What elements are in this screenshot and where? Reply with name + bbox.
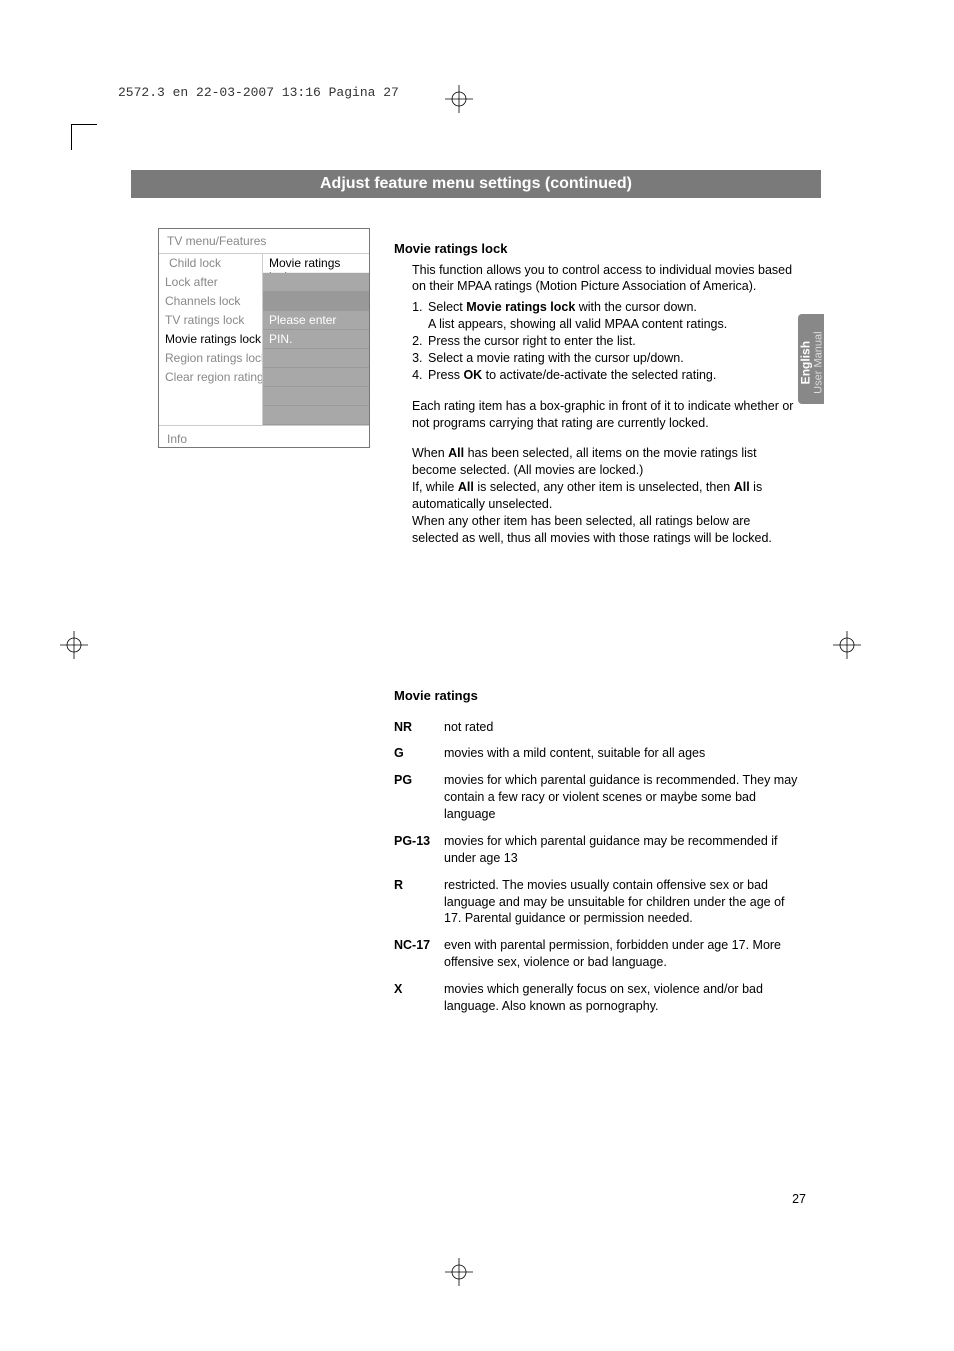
note-1: Each rating item has a box-graphic in fr… (394, 398, 794, 432)
print-job-header: 2572.3 en 22-03-2007 13:16 Pagina 27 (118, 85, 399, 100)
menu-right-blank-6 (263, 406, 369, 425)
menu-right-blank-4 (263, 368, 369, 387)
body-intro: This function allows you to control acce… (394, 262, 794, 296)
menu-item-lock-after: Lock after (159, 273, 263, 292)
section-title-bar: Adjust feature menu settings (continued) (131, 170, 821, 198)
menu-right-msg-a: Please enter your (263, 311, 369, 330)
tv-menu-header: TV menu/Features (159, 229, 369, 254)
menu-info-label: Info (159, 425, 369, 447)
menu-item-empty-1 (159, 387, 263, 406)
step-3: Select a movie rating with the cursor up… (426, 350, 794, 367)
menu-right-blank-1 (263, 273, 369, 292)
menu-item-channels-lock: Channels lock (159, 292, 263, 311)
page-number: 27 (792, 1192, 806, 1206)
menu-right-label: Movie ratings lock (263, 254, 369, 273)
menu-item-tv-ratings-lock: TV ratings lock (159, 311, 263, 330)
registration-mark-top (445, 85, 473, 113)
menu-item-movie-ratings-lock: Movie ratings lock (159, 330, 263, 349)
rating-row-nr: NR not rated (394, 719, 804, 736)
rating-row-pg13: PG-13 movies for which parental guidance… (394, 833, 804, 867)
side-tab-language: English (799, 327, 812, 399)
rating-row-pg: PG movies for which parental guidance is… (394, 772, 804, 823)
rating-row-r: R restricted. The movies usually contain… (394, 877, 804, 928)
menu-right-msg-b: PIN. (263, 330, 369, 349)
step-1: Select Movie ratings lock with the curso… (426, 299, 794, 333)
tv-menu-panel: TV menu/Features Child lock Movie rating… (158, 228, 370, 448)
step-4: Press OK to activate/de-activate the sel… (426, 367, 794, 384)
menu-item-clear-region-ratings: Clear region ratings (159, 368, 263, 387)
menu-right-blank-2 (263, 292, 369, 311)
body-steps-list: Select Movie ratings lock with the curso… (408, 299, 794, 383)
rating-row-x: X movies which generally focus on sex, v… (394, 981, 804, 1015)
rating-row-nc17: NC-17 even with parental permission, for… (394, 937, 804, 971)
body-text-block: Movie ratings lock This function allows … (394, 240, 794, 547)
side-tab-subtitle: User Manual (813, 327, 825, 399)
print-job-text: 2572.3 en 22-03-2007 13:16 Pagina 27 (118, 85, 399, 100)
language-side-tab: English User Manual (798, 314, 824, 404)
ratings-heading: Movie ratings (394, 687, 804, 705)
registration-mark-bottom (445, 1258, 473, 1286)
rating-row-g: G movies with a mild content, suitable f… (394, 745, 804, 762)
step-2: Press the cursor right to enter the list… (426, 333, 794, 350)
menu-item-child-lock: Child lock (159, 254, 263, 273)
menu-right-blank-3 (263, 349, 369, 368)
registration-mark-left (60, 631, 88, 659)
note-2: When All has been selected, all items on… (394, 445, 794, 546)
crop-mark-tl (71, 124, 97, 150)
section-title: Adjust feature menu settings (continued) (320, 175, 632, 192)
registration-mark-right (833, 631, 861, 659)
movie-ratings-section: Movie ratings NR not rated G movies with… (394, 687, 804, 1025)
body-heading: Movie ratings lock (394, 240, 794, 258)
menu-right-blank-5 (263, 387, 369, 406)
menu-item-region-ratings-lock: Region ratings lock (159, 349, 263, 368)
menu-item-empty-2 (159, 406, 263, 425)
